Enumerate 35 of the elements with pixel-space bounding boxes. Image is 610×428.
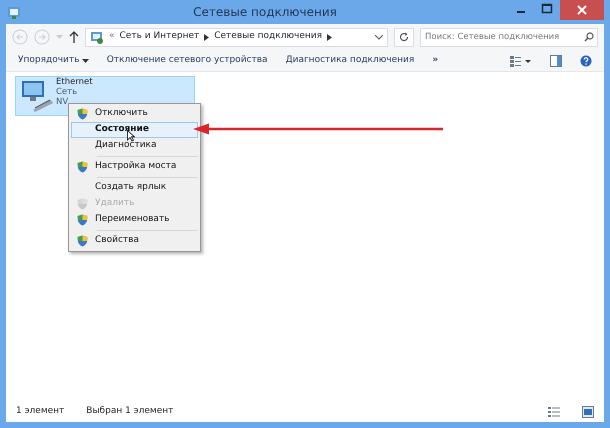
chevron-right-icon[interactable] [204,34,210,40]
toolbar-button[interactable]: Отключение сетевого устройства [106,54,268,68]
menu-item[interactable]: Настройка моста [71,159,198,175]
preview-pane-icon[interactable] [550,54,562,66]
more-button[interactable]: » [432,54,438,68]
search-icon [584,32,594,42]
menu-item[interactable]: Переименовать [71,212,198,228]
network-name: Сеть [56,88,78,98]
breadcrumb-overflow[interactable]: « [109,30,115,44]
breadcrumb-item[interactable]: Сетевые подключения [214,30,322,44]
toolbar-button[interactable]: Упорядочить [18,54,89,68]
refresh-button[interactable] [394,28,414,46]
breadcrumb-item[interactable]: Сеть и Интернет [120,30,200,44]
connection-name: Ethernet [56,78,93,88]
view-options-icon[interactable] [510,54,532,66]
close-icon[interactable] [560,0,604,20]
details-view-icon[interactable] [548,406,560,418]
search-field[interactable]: Поиск: Сетевые подключения [420,28,598,46]
address-bar[interactable]: « Сеть и Интернет Сетевые подключения [85,28,388,46]
help-icon[interactable] [580,54,592,66]
device-name: NV [56,98,68,108]
selection-status: Выбран 1 элемент [86,405,174,418]
large-icons-view-icon[interactable] [582,406,594,418]
network-computer-icon [19,78,53,112]
history-dropdown-icon[interactable] [375,34,383,40]
window-title: Сетевые подключения [192,4,338,21]
menu-item[interactable]: Создать ярлык [71,180,198,196]
item-count: 1 элемент [16,405,64,418]
refresh-icon [399,32,409,42]
chevron-right-icon[interactable] [327,34,332,40]
up-arrow-icon[interactable] [69,31,79,43]
toolbar-button[interactable]: Диагностика подключения [286,54,414,68]
menu-item[interactable]: Свойства [71,233,198,249]
menu-item[interactable]: Диагностика [71,138,198,154]
mouse-cursor-icon [127,130,135,142]
